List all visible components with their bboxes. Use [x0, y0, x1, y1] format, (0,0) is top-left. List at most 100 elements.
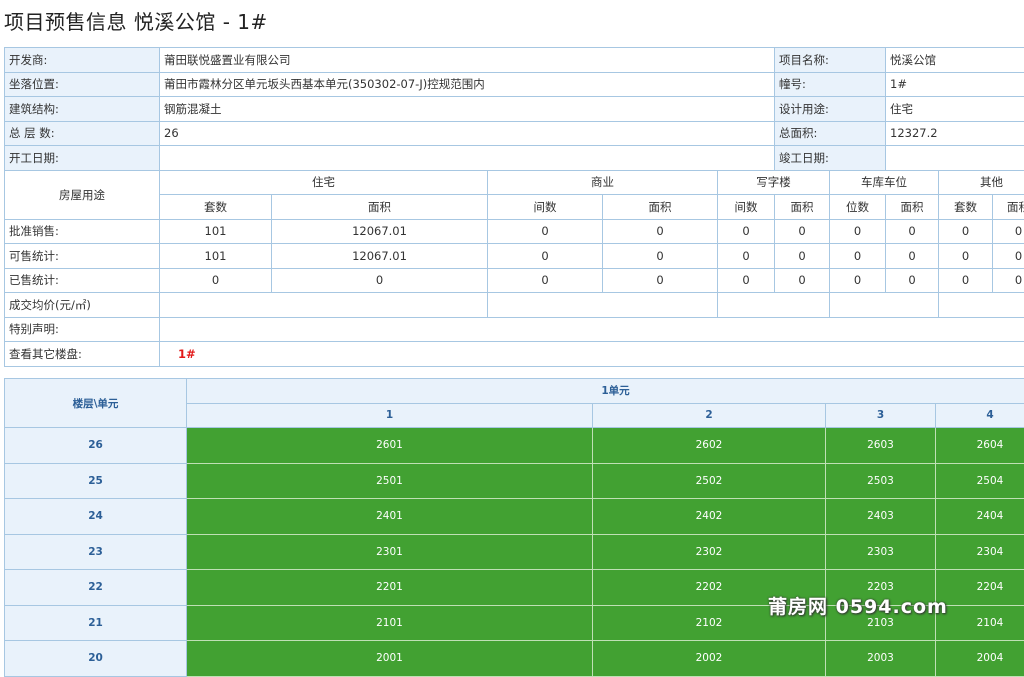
sub-header: 面积	[272, 195, 488, 220]
special-label: 特别声明:	[5, 317, 160, 342]
location-label: 坐落位置:	[5, 72, 160, 97]
floor-label: 21	[5, 605, 187, 641]
sub-header: 位数	[830, 195, 886, 220]
floor-row: 25 2501 2502 2503 2504	[5, 463, 1024, 499]
stat-cell: 0	[993, 219, 1024, 244]
unit-cell[interactable]: 2201	[187, 570, 593, 606]
unit-cell[interactable]: 2501	[187, 463, 593, 499]
unit-cell[interactable]: 2502	[593, 463, 826, 499]
stat-cell: 101	[160, 219, 272, 244]
stats-row-sold: 已售统计: 0 0 0 0 0 0 0 0 0 0	[5, 268, 1024, 293]
stat-cell: 12067.01	[272, 244, 488, 269]
floor-row: 26 2601 2602 2603 2604	[5, 428, 1024, 464]
unit-cell[interactable]: 2204	[936, 570, 1024, 606]
group-residential: 住宅	[160, 170, 488, 195]
floor-label: 24	[5, 499, 187, 535]
avg-price-office	[718, 293, 830, 318]
building-link[interactable]: 1#	[164, 347, 196, 361]
unit-cell[interactable]: 2603	[826, 428, 936, 464]
row-label: 可售统计:	[5, 244, 160, 269]
start-date-value	[160, 146, 775, 171]
building-no-label: 幢号:	[775, 72, 886, 97]
avg-price-other	[939, 293, 1024, 318]
project-name-value: 悦溪公馆	[886, 48, 1024, 73]
stat-cell: 0	[603, 219, 718, 244]
column-header: 2	[593, 403, 826, 428]
stat-cell: 0	[939, 244, 993, 269]
unit-cell[interactable]: 2401	[187, 499, 593, 535]
unit-cell[interactable]: 2503	[826, 463, 936, 499]
unit-cell[interactable]: 2001	[187, 641, 593, 677]
sub-header: 面积	[603, 195, 718, 220]
unit-cell[interactable]: 2601	[187, 428, 593, 464]
total-area-label: 总面积:	[775, 121, 886, 146]
unit-cell[interactable]: 2604	[936, 428, 1024, 464]
floor-label: 26	[5, 428, 187, 464]
special-value	[160, 317, 1024, 342]
column-header: 3	[826, 403, 936, 428]
watermark: 莆房网 0594.com	[768, 592, 948, 619]
sub-header: 面积	[886, 195, 939, 220]
avg-price-label: 成交均价(元/㎡)	[5, 293, 160, 318]
unit-cell[interactable]: 2003	[826, 641, 936, 677]
stat-cell: 0	[603, 268, 718, 293]
sub-header: 套数	[160, 195, 272, 220]
unit-cell[interactable]: 2104	[936, 605, 1024, 641]
floor-label: 20	[5, 641, 187, 677]
unit-cell[interactable]: 2301	[187, 534, 593, 570]
usage-label: 房屋用途	[5, 170, 160, 219]
unit-cell[interactable]: 2404	[936, 499, 1024, 535]
row-label: 已售统计:	[5, 268, 160, 293]
stat-cell: 0	[830, 219, 886, 244]
avg-price-parking	[830, 293, 939, 318]
unit-cell[interactable]: 2504	[936, 463, 1024, 499]
developer-label: 开发商:	[5, 48, 160, 73]
row-label: 批准销售:	[5, 219, 160, 244]
floor-row: 20 2001 2002 2003 2004	[5, 641, 1024, 677]
start-date-label: 开工日期:	[5, 146, 160, 171]
stat-cell: 0	[775, 219, 830, 244]
sub-header: 面积	[775, 195, 830, 220]
floor-label: 22	[5, 570, 187, 606]
design-use-value: 住宅	[886, 97, 1024, 122]
unit-grid: 楼层\单元 1单元 1 2 3 4 26 2601 2602 2603 2604…	[4, 378, 1024, 677]
stat-cell: 0	[718, 268, 775, 293]
unit-cell[interactable]: 2002	[593, 641, 826, 677]
floor-row: 24 2401 2402 2403 2404	[5, 499, 1024, 535]
column-header: 4	[936, 403, 1024, 428]
avg-price-residential	[160, 293, 488, 318]
other-buildings-label: 查看其它楼盘:	[5, 342, 160, 367]
unit-cell[interactable]: 2304	[936, 534, 1024, 570]
project-name-label: 项目名称:	[775, 48, 886, 73]
floor-label: 25	[5, 463, 187, 499]
stat-cell: 0	[488, 219, 603, 244]
unit-cell[interactable]: 2101	[187, 605, 593, 641]
unit-cell[interactable]: 2602	[593, 428, 826, 464]
stat-cell: 0	[886, 268, 939, 293]
group-office: 写字楼	[718, 170, 830, 195]
unit-cell[interactable]: 2403	[826, 499, 936, 535]
unit-cell[interactable]: 2303	[826, 534, 936, 570]
stat-cell: 0	[886, 219, 939, 244]
total-area-value: 12327.2	[886, 121, 1024, 146]
stat-cell: 0	[775, 268, 830, 293]
group-other: 其他	[939, 170, 1024, 195]
sub-header: 套数	[939, 195, 993, 220]
unit-cell[interactable]: 2302	[593, 534, 826, 570]
design-use-label: 设计用途:	[775, 97, 886, 122]
unit-cell[interactable]: 2004	[936, 641, 1024, 677]
stat-cell: 0	[993, 268, 1024, 293]
stat-cell: 0	[272, 268, 488, 293]
other-buildings-cell: 1#	[160, 342, 1024, 367]
sub-header: 间数	[718, 195, 775, 220]
stat-cell: 0	[718, 244, 775, 269]
structure-value: 钢筋混凝土	[160, 97, 775, 122]
project-info-table: 开发商: 莆田联悦盛置业有限公司 项目名称: 悦溪公馆 坐落位置: 莆田市霞林分…	[4, 47, 1024, 367]
stat-cell: 0	[939, 268, 993, 293]
stat-cell: 0	[603, 244, 718, 269]
unit-cell[interactable]: 2402	[593, 499, 826, 535]
group-parking: 车库车位	[830, 170, 939, 195]
corner-header: 楼层\单元	[5, 379, 187, 428]
page-title: 项目预售信息 悦溪公馆 - 1#	[4, 6, 268, 35]
developer-value: 莆田联悦盛置业有限公司	[160, 48, 775, 73]
